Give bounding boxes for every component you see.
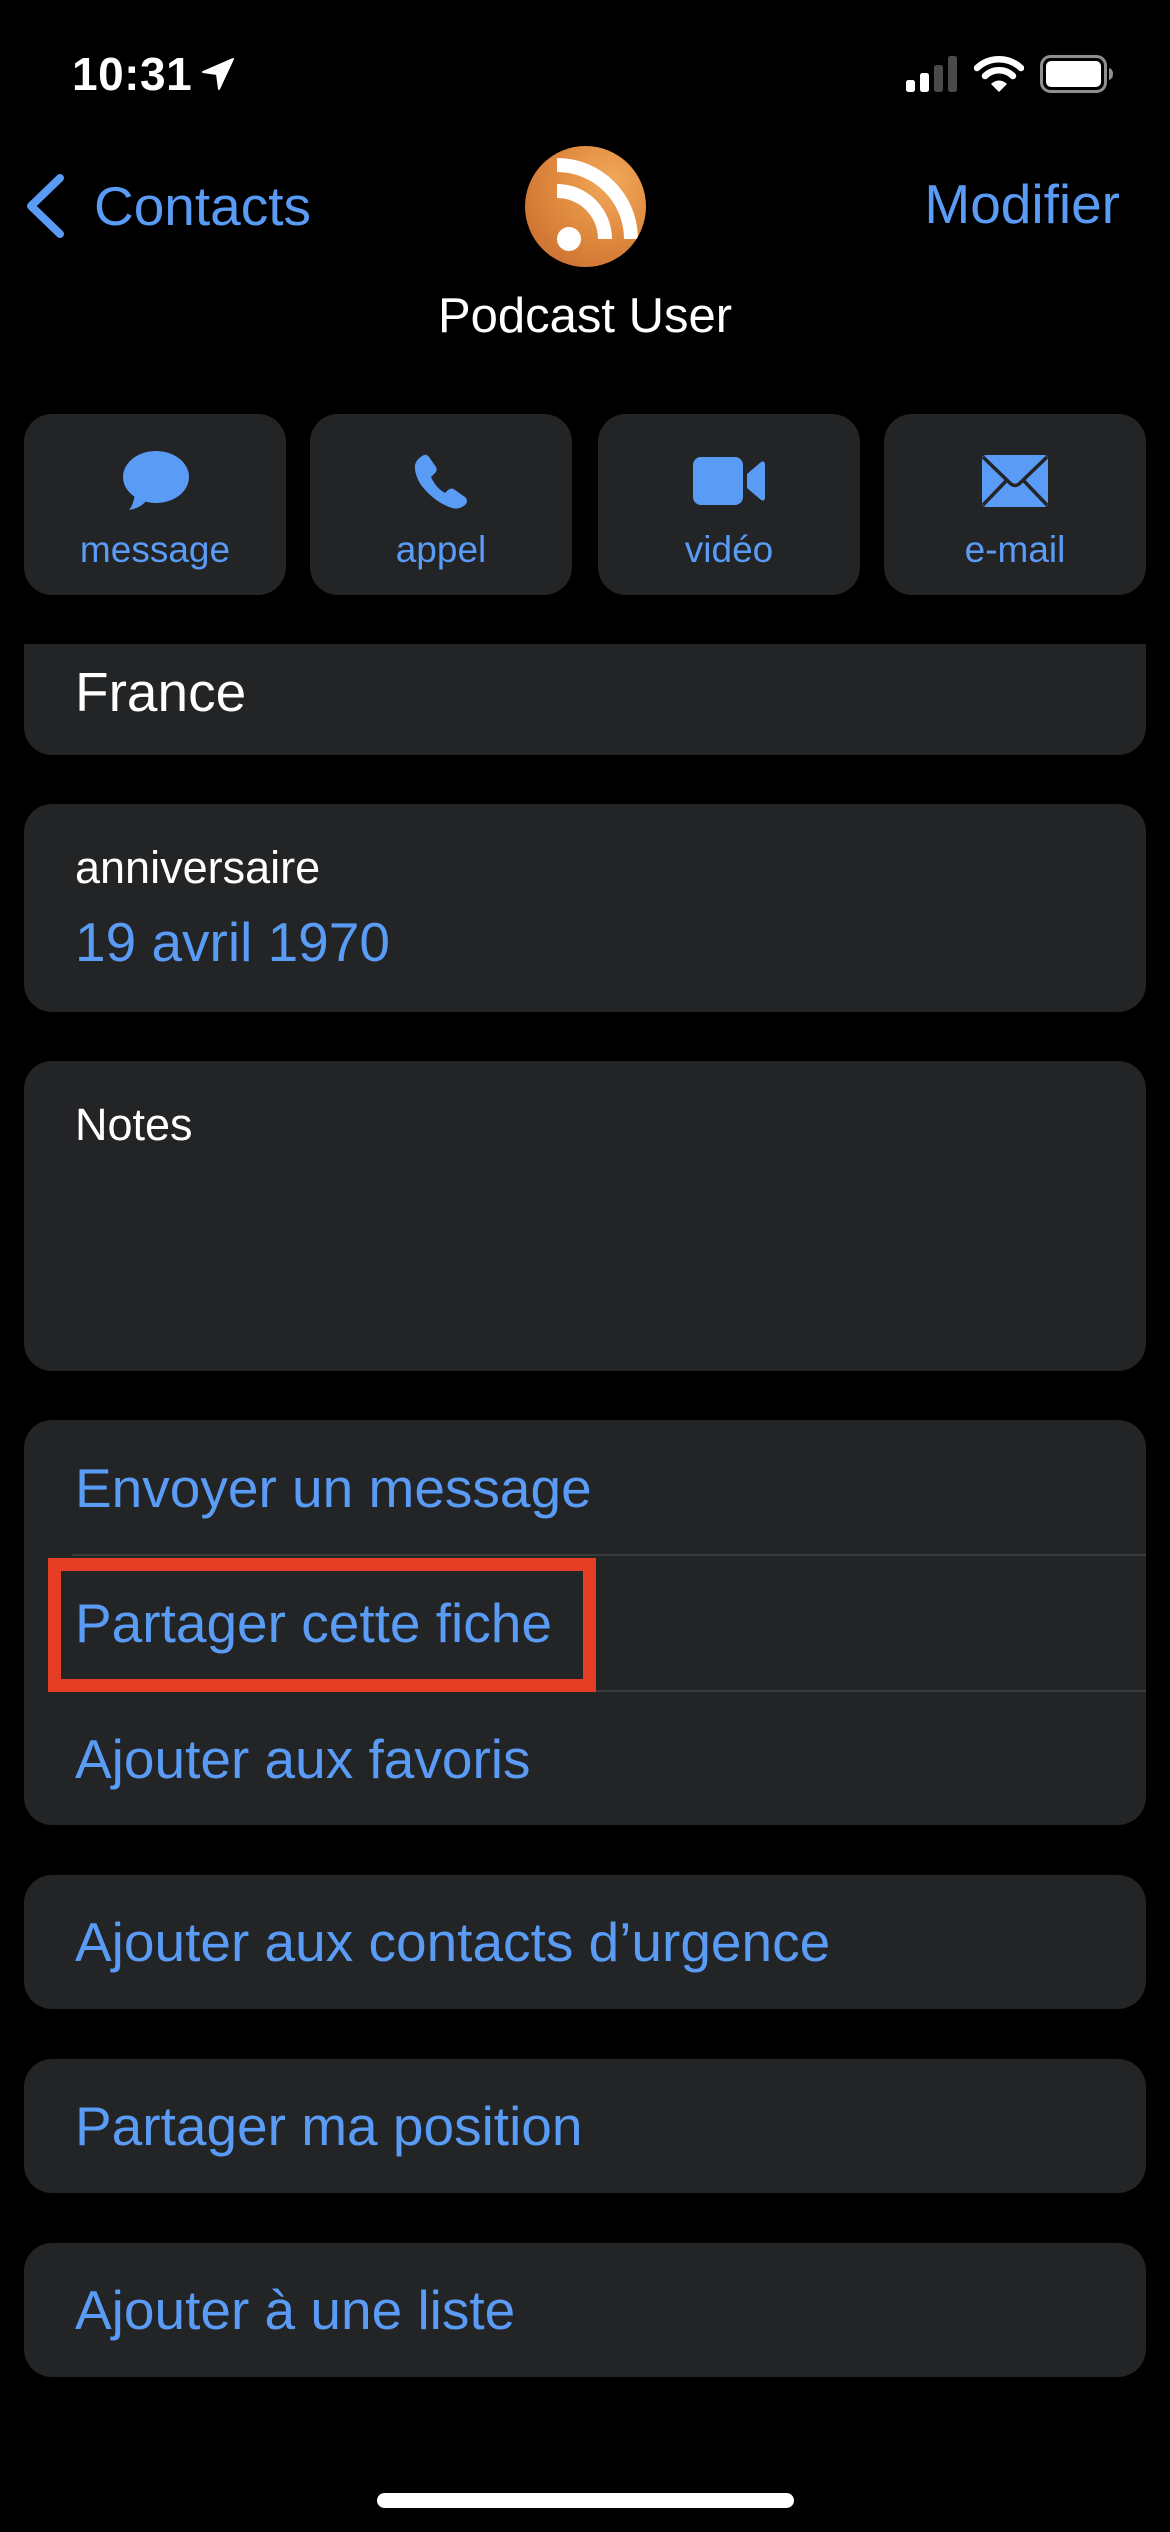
email-label: e-mail <box>964 529 1066 570</box>
add-favorites-label: Ajouter aux favoris <box>75 1728 531 1790</box>
signal-bar-1 <box>906 80 915 92</box>
add-to-list-label: Ajouter à une liste <box>75 2279 516 2341</box>
signal-bar-4 <box>948 56 957 92</box>
message-label: message <box>79 529 231 570</box>
birthday-value[interactable]: 19 avril 1970 <box>75 910 390 974</box>
rss-podcast-icon <box>557 158 638 251</box>
phone-icon <box>414 454 467 509</box>
email-button[interactable]: e-mail <box>884 414 1146 595</box>
battery-fill <box>1046 61 1101 87</box>
edit-button[interactable]: Modifier <box>924 174 1120 234</box>
battery-icon <box>1040 55 1113 93</box>
share-contact-option[interactable]: Partager cette fiche <box>24 1555 1146 1690</box>
location-arrow-icon <box>202 58 234 90</box>
back-label: Contacts <box>94 175 312 237</box>
message-bubble-icon <box>123 451 189 510</box>
cellular-signal-icon <box>906 56 957 92</box>
contact-name: Podcast User <box>437 289 733 343</box>
send-message-option[interactable]: Envoyer un message <box>24 1420 1146 1555</box>
add-to-list-option[interactable]: Ajouter à une liste <box>24 2243 1146 2377</box>
signal-bar-2 <box>920 73 929 92</box>
emergency-contact-label: Ajouter aux contacts d’urgence <box>75 1911 831 1973</box>
notes-label: Notes <box>75 1099 193 1150</box>
share-location-option[interactable]: Partager ma position <box>24 2059 1146 2193</box>
back-button[interactable]: Contacts <box>24 168 311 244</box>
signal-bar-3 <box>934 65 943 92</box>
call-label: appel <box>395 529 487 570</box>
send-message-label: Envoyer un message <box>75 1457 592 1519</box>
status-time: 10:31 <box>72 48 193 100</box>
emergency-contact-option[interactable]: Ajouter aux contacts d’urgence <box>24 1875 1146 2009</box>
video-label: vidéo <box>684 529 774 570</box>
share-contact-label: Partager cette fiche <box>75 1592 552 1654</box>
share-location-label: Partager ma position <box>75 2095 583 2157</box>
message-button[interactable]: message <box>24 414 286 595</box>
video-camera-icon <box>693 457 765 505</box>
birthday-label: anniversaire <box>75 842 321 893</box>
call-button[interactable]: appel <box>310 414 572 595</box>
add-favorites-option[interactable]: Ajouter aux favoris <box>24 1691 1146 1825</box>
avatar <box>525 146 646 267</box>
video-button[interactable]: vidéo <box>598 414 860 595</box>
address-country: France <box>75 661 247 723</box>
envelope-icon <box>982 455 1048 507</box>
quick-actions: message appel vidéo e-mail <box>24 414 1146 595</box>
contact-options-group: Envoyer un message Partager cette fiche … <box>24 1420 1146 1825</box>
address-card[interactable]: France <box>24 644 1146 755</box>
birthday-card: anniversaire 19 avril 1970 <box>24 804 1146 1012</box>
notes-card[interactable]: Notes <box>24 1061 1146 1371</box>
home-indicator[interactable] <box>377 2493 794 2508</box>
wifi-icon <box>974 56 1024 92</box>
chevron-left-icon <box>27 174 64 238</box>
